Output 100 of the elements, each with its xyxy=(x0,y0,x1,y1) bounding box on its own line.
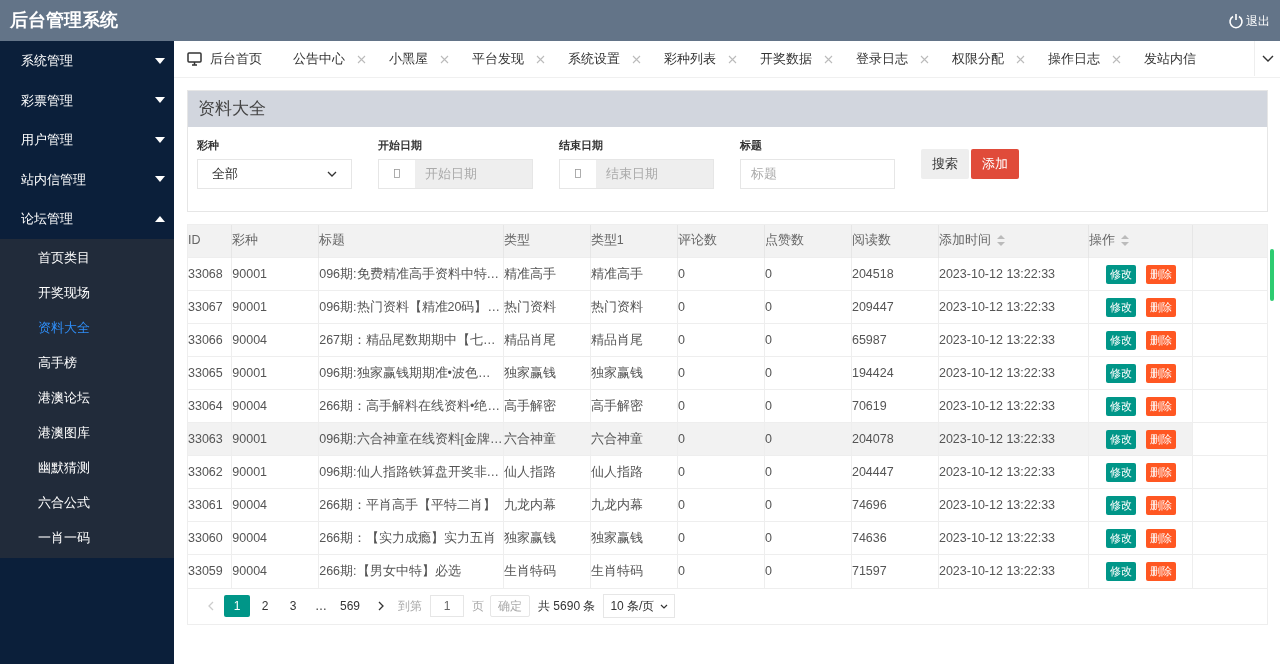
total-count: 共 5690 条 xyxy=(538,598,596,615)
table-row[interactable]: 33059 90004 266期:【男女中特】必选 生肖特码 生肖特码 0 0 71597 2023-10-12 13:22:33 修改 删除 xyxy=(188,554,1267,588)
tab[interactable]: 小黑屋 xyxy=(376,41,459,77)
table-cell: 独家赢钱 xyxy=(503,530,556,545)
table-cell: 九龙内幕 xyxy=(590,497,643,512)
date-field[interactable]: 开始日期 xyxy=(378,158,533,189)
tab[interactable]: 发站内信 xyxy=(1131,41,1206,77)
table-cell: 2023-10-12 13:22:33 xyxy=(938,299,1056,314)
date-field[interactable]: 结束日期 xyxy=(559,158,714,189)
add-button[interactable]: 添加 xyxy=(971,149,1019,179)
table-cell: 仙人指路 xyxy=(503,464,556,479)
table-cell: 精品肖尾 xyxy=(590,332,643,347)
sidebar-item[interactable]: 论坛管理 xyxy=(0,199,174,239)
table-cell: 90004 xyxy=(232,530,268,545)
edit-button[interactable]: 修改 xyxy=(1105,396,1136,416)
edit-button[interactable]: 修改 xyxy=(1105,330,1136,350)
edit-button[interactable]: 修改 xyxy=(1105,429,1136,449)
submenu-item[interactable]: 港澳图库 xyxy=(0,415,174,451)
table-row[interactable]: 33063 90001 096期:六合神童在线资料[金牌…六合神童 六合神童 0 0 204078 2023-10-12 13:22:33 修改 删除 xyxy=(188,422,1267,456)
edit-button[interactable]: 修改 xyxy=(1105,363,1136,383)
edit-button[interactable]: 修改 xyxy=(1105,495,1136,515)
page-button[interactable]: 2 xyxy=(252,595,278,617)
table-cell: 2023-10-12 13:22:33 xyxy=(938,266,1056,281)
submenu-item[interactable]: 港澳论坛 xyxy=(0,380,174,416)
caret-icon xyxy=(154,175,166,184)
table-cell: 33068 xyxy=(188,266,223,281)
table-cell: 2023-10-12 13:22:33 xyxy=(938,563,1056,578)
table-cell: 高手解密 xyxy=(503,398,556,413)
table-row[interactable]: 33066 90004 267期：精品尾数期期中【七… 精品肖尾 精品肖尾 0 0 65987 2023-10-12 13:22:33 修改 删除 xyxy=(188,323,1267,357)
edit-button[interactable]: 修改 xyxy=(1105,462,1136,482)
table-cell: 0 xyxy=(764,563,772,578)
logout-button[interactable]: 退出 xyxy=(1228,11,1270,30)
page-input[interactable]: 1 xyxy=(430,595,465,617)
table-cell: 267期：精品尾数期期中【七… xyxy=(319,332,496,347)
close-icon[interactable] xyxy=(1112,54,1121,64)
tab[interactable]: 系统设置 xyxy=(555,41,651,77)
sidebar-item[interactable]: 站内信管理 xyxy=(0,159,174,199)
submenu-item[interactable]: 首页类目 xyxy=(0,240,174,276)
table-cell: 90004 xyxy=(232,497,268,512)
table-row[interactable]: 33065 90001 096期:独家赢钱期期准•波色… 独家赢钱 独家赢钱 0 0 194424 2023-10-12 13:22:33 修改 删除 xyxy=(188,356,1267,390)
close-icon[interactable] xyxy=(536,54,545,64)
table-row[interactable]: 33060 90004 266期：【实力成瘾】实力五肖 独家赢钱 独家赢钱 0 0 74636 2023-10-12 13:22:33 修改 删除 xyxy=(188,521,1267,555)
tab[interactable]: 平台发现 xyxy=(459,41,555,77)
monitor-icon xyxy=(187,52,202,66)
close-icon[interactable] xyxy=(632,54,641,64)
tab[interactable]: 登录日志 xyxy=(843,41,939,77)
table-cell: 266期：高手解料在线资料•绝… xyxy=(319,398,500,413)
page-button[interactable]: … xyxy=(308,595,334,617)
page-button[interactable]: 1 xyxy=(224,595,250,617)
tab[interactable]: 权限分配 xyxy=(939,41,1035,77)
tab[interactable]: 操作日志 xyxy=(1035,41,1131,77)
edit-button[interactable]: 修改 xyxy=(1105,528,1136,548)
table-cell: 33062 xyxy=(188,464,223,479)
panel-title: 资料大全 xyxy=(188,91,1267,127)
scrollbar-thumb[interactable] xyxy=(1270,249,1274,301)
submenu-item[interactable]: 资料大全 xyxy=(0,310,174,346)
sidebar-item[interactable]: 彩票管理 xyxy=(0,80,174,120)
edit-button[interactable]: 修改 xyxy=(1105,264,1136,284)
submenu-item[interactable]: 高手榜 xyxy=(0,345,174,381)
close-icon[interactable] xyxy=(728,54,737,64)
submenu-item[interactable]: 开奖现场 xyxy=(0,275,174,311)
table-cell: 33063 xyxy=(188,431,223,446)
app-title: 后台管理系统 xyxy=(10,9,118,32)
table-row[interactable]: 33061 90004 266期：平肖高手【平特二肖】 九龙内幕 九龙内幕 0 0 74696 2023-10-12 13:22:33 修改 删除 xyxy=(188,488,1267,522)
table-cell: 0 xyxy=(678,497,685,512)
select-field[interactable]: 全部 xyxy=(197,158,352,189)
tab[interactable]: 公告中心 xyxy=(280,41,376,77)
close-icon[interactable] xyxy=(357,54,366,64)
sidebar-item[interactable]: 用户管理 xyxy=(0,120,174,160)
search-button[interactable]: 搜索 xyxy=(921,149,969,179)
table-row[interactable]: 33068 90001 096期:免费精准高手资料中特… 精准高手 精准高手 0 0 204518 2023-10-12 13:22:33 修改 删除 xyxy=(188,257,1267,291)
page-button[interactable]: 569 xyxy=(336,595,365,617)
submenu-item[interactable]: 六合公式 xyxy=(0,485,174,521)
close-icon[interactable] xyxy=(1016,54,1025,64)
edit-button[interactable]: 修改 xyxy=(1105,297,1136,317)
close-icon[interactable] xyxy=(920,54,929,64)
edit-button[interactable]: 修改 xyxy=(1105,561,1136,581)
page-size-select[interactable]: 10 条/页 xyxy=(603,594,676,618)
sort-icon[interactable] xyxy=(996,235,1005,247)
chevron-down-icon xyxy=(327,170,337,177)
table-row[interactable]: 33062 90001 096期:仙人指路铁算盘开奖非… 仙人指路 仙人指路 0 0 204447 2023-10-12 13:22:33 修改 删除 xyxy=(188,455,1267,489)
table-cell: 生肖特码 xyxy=(590,563,643,578)
sidebar-item[interactable]: 系统管理 xyxy=(0,41,174,81)
table-cell: 2023-10-12 13:22:33 xyxy=(938,497,1056,512)
page-button[interactable]: 3 xyxy=(280,595,306,617)
submenu-item[interactable]: 一肖一码 xyxy=(0,520,174,556)
sort-icon[interactable] xyxy=(1121,235,1130,247)
close-icon[interactable] xyxy=(824,54,833,64)
table-cell: 096期:独家赢钱期期准•波色… xyxy=(319,365,491,380)
table-row[interactable]: 33067 90001 096期:热门资料【精准20码】… 热门资料 热门资料 0 0 209447 2023-10-12 13:22:33 修改 删除 xyxy=(188,290,1267,324)
close-icon[interactable] xyxy=(440,54,449,64)
table-cell: 266期：【实力成瘾】实力五肖 xyxy=(319,530,497,545)
table-row[interactable]: 33064 90004 266期：高手解料在线资料•绝… 高手解密 高手解密 0 0 70619 2023-10-12 13:22:33 修改 删除 xyxy=(188,389,1267,423)
tab[interactable]: 开奖数据 xyxy=(747,41,843,77)
table-cell: 0 xyxy=(764,398,772,413)
table-cell: 0 xyxy=(764,464,772,479)
tab[interactable]: 后台首页 xyxy=(174,41,280,77)
title-input[interactable]: 标题 xyxy=(740,158,895,189)
submenu-item[interactable]: 幽默猜测 xyxy=(0,450,174,486)
tab[interactable]: 彩种列表 xyxy=(651,41,747,77)
